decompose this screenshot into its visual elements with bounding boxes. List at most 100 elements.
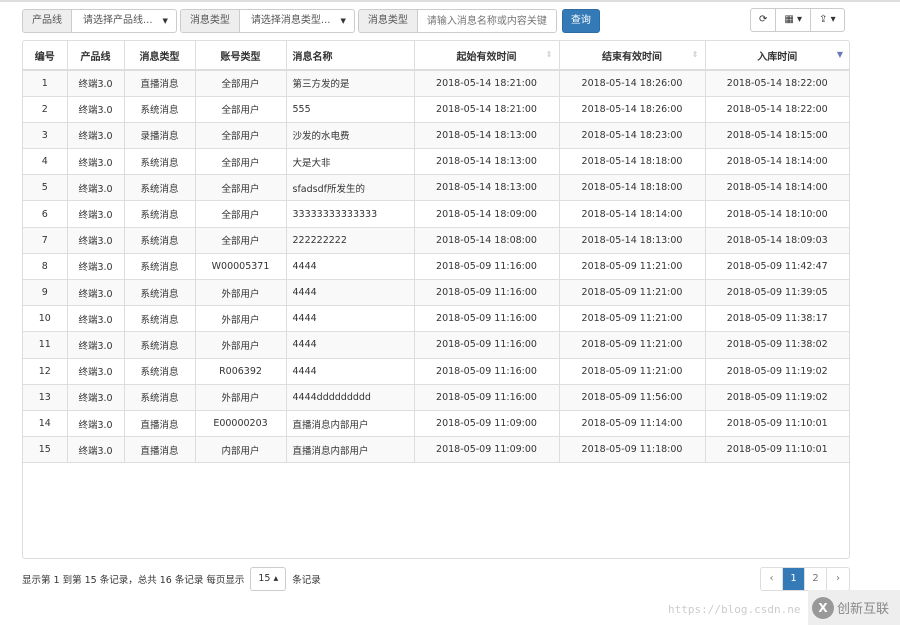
record-suffix: 条记录 bbox=[292, 575, 321, 586]
column-header: 账号类型 bbox=[195, 41, 287, 71]
table-cell: 2018-05-14 18:13:00 bbox=[559, 227, 706, 254]
watermark-logo-icon: X bbox=[812, 596, 834, 619]
column-header[interactable]: 入库时间 ▼ bbox=[705, 41, 849, 71]
table-row[interactable]: 11 终端3.0 系统消息 外部用户 4444 2018-05-09 11:16:00 20… bbox=[23, 331, 849, 359]
filter-toolbar: 产品线 请选择产品线... ▼ 消息类型 请选择消息类型... ▼ 消息类型 查询 bbox=[22, 9, 600, 33]
table-row[interactable]: 3 终端3.0 录播消息 全部用户 沙发的水电费 2018-05-14 18:13:00 2… bbox=[23, 122, 849, 150]
table-cell: 2018-05-09 11:38:17 bbox=[705, 305, 849, 333]
table-cell: sfadsdf所发生的 bbox=[286, 174, 415, 202]
product-filter: 产品线 请选择产品线... ▼ bbox=[22, 9, 177, 33]
top-divider bbox=[0, 0, 900, 2]
table-cell: 全部用户 bbox=[195, 227, 287, 254]
watermark-brand: 创新互联 bbox=[837, 602, 890, 617]
table-cell: 2018-05-14 18:26:00 bbox=[559, 70, 706, 97]
table-cell: 6 bbox=[23, 200, 68, 228]
table-row[interactable]: 9 终端3.0 系统消息 外部用户 4444 2018-05-09 11:16:00 201… bbox=[23, 279, 849, 307]
table-row[interactable]: 15 终端3.0 直播消息 内部用户 直播消息内部用户 2018-05-09 11:09:… bbox=[23, 436, 849, 464]
column-header-label: 入库时间 bbox=[757, 51, 798, 63]
column-header-label: 起始有效时间 bbox=[456, 51, 517, 63]
column-header-label: 消息类型 bbox=[139, 51, 180, 63]
table-cell: 2018-05-14 18:10:00 bbox=[705, 200, 849, 228]
table-footer: 显示第 1 到第 15 条记录，总共 16 条记录 每页显示 15 ▴ 条记录 bbox=[22, 567, 321, 591]
page-size-select[interactable]: 15 ▴ bbox=[250, 567, 287, 591]
table-cell: 2018-05-09 11:21:00 bbox=[559, 253, 706, 281]
table-cell: 直播消息内部用户 bbox=[286, 410, 415, 438]
type-select[interactable]: 请选择消息类型... ▼ bbox=[240, 10, 354, 32]
column-header-label: 账号类型 bbox=[220, 51, 261, 63]
table-cell: 2018-05-09 11:09:00 bbox=[414, 436, 560, 464]
caret-down-icon: ▼ bbox=[340, 17, 346, 25]
table-cell: 系统消息 bbox=[124, 253, 196, 281]
table-cell: 2018-05-09 11:16:00 bbox=[414, 358, 560, 385]
table-cell: 终端3.0 bbox=[67, 200, 125, 228]
record-summary: 显示第 1 到第 15 条记录，总共 16 条记录 每页显示 bbox=[22, 575, 245, 586]
table-cell: 2018-05-09 11:19:02 bbox=[705, 358, 849, 385]
table-cell: 5 bbox=[23, 174, 68, 202]
columns-icon[interactable]: ▦ ▾ bbox=[776, 9, 812, 31]
table-cell: 直播消息 bbox=[124, 436, 196, 464]
table-row[interactable]: 5 终端3.0 系统消息 全部用户 sfadsdf所发生的 2018-05-14 18:1… bbox=[23, 174, 849, 202]
table-row[interactable]: 2 终端3.0 系统消息 全部用户 555 2018-05-14 18:21:00 2018… bbox=[23, 96, 849, 123]
table-cell: 2018-05-14 18:18:00 bbox=[559, 174, 706, 202]
column-header[interactable]: 结束有效时间 ⇕ bbox=[559, 41, 706, 71]
table-cell: 内部用户 bbox=[195, 436, 287, 464]
table-cell: 沙发的水电费 bbox=[286, 122, 415, 150]
table-cell: W00005371 bbox=[195, 253, 287, 281]
table-cell: E00000203 bbox=[195, 410, 287, 438]
table-cell: 2018-05-09 11:56:00 bbox=[559, 384, 706, 411]
table-row[interactable]: 8 终端3.0 系统消息 W00005371 4444 2018-05-09 11:16:… bbox=[23, 253, 849, 281]
table-tools: ⟳ ▦ ▾ ⇪ ▾ bbox=[750, 8, 845, 32]
column-header[interactable]: 起始有效时间 ⇕ bbox=[414, 41, 560, 71]
table-cell: 2018-05-09 11:19:02 bbox=[705, 384, 849, 411]
table-cell: 2018-05-14 18:14:00 bbox=[705, 148, 849, 176]
product-select-value: 请选择产品线... bbox=[83, 15, 153, 26]
export-icon[interactable]: ⇪ ▾ bbox=[811, 9, 844, 31]
table-cell: 2018-05-09 11:16:00 bbox=[414, 305, 560, 333]
table-row[interactable]: 12 终端3.0 系统消息 R006392 4444 2018-05-09 11:16:0… bbox=[23, 358, 849, 385]
table-row[interactable]: 4 终端3.0 系统消息 全部用户 大是大非 2018-05-14 18:13:00 201… bbox=[23, 148, 849, 176]
table-cell: 2018-05-09 11:10:01 bbox=[705, 410, 849, 438]
table-cell: 2018-05-09 11:42:47 bbox=[705, 253, 849, 281]
refresh-icon[interactable]: ⟳ bbox=[751, 9, 777, 31]
page-1-button[interactable]: 1 bbox=[783, 568, 805, 590]
column-header: 编号 bbox=[23, 41, 68, 71]
table-cell: 2018-05-14 18:09:03 bbox=[705, 227, 849, 254]
table-cell: 全部用户 bbox=[195, 122, 287, 150]
sort-icon[interactable]: ⇕ bbox=[692, 50, 699, 59]
table-row[interactable]: 7 终端3.0 系统消息 全部用户 222222222 2018-05-14 18:08:… bbox=[23, 227, 849, 254]
page-2-button[interactable]: 2 bbox=[805, 568, 827, 590]
table-cell: 13 bbox=[23, 384, 68, 411]
table-cell: 4444 bbox=[286, 279, 415, 307]
table-cell: 9 bbox=[23, 279, 68, 307]
table-row[interactable]: 13 终端3.0 系统消息 外部用户 4444ddddddddd 2018-05-09 1… bbox=[23, 384, 849, 411]
table-cell: 系统消息 bbox=[124, 174, 196, 202]
table-cell: 2018-05-14 18:22:00 bbox=[705, 70, 849, 97]
column-header-label: 编号 bbox=[34, 51, 55, 63]
next-page-button[interactable]: › bbox=[827, 568, 849, 590]
sort-desc-icon[interactable]: ▼ bbox=[837, 50, 843, 59]
table-cell: 直播消息内部用户 bbox=[286, 436, 415, 464]
table-cell: 11 bbox=[23, 331, 68, 359]
sort-icon[interactable]: ⇕ bbox=[546, 50, 553, 59]
product-select[interactable]: 请选择产品线... ▼ bbox=[72, 10, 176, 32]
table-cell: 全部用户 bbox=[195, 70, 287, 97]
table-row[interactable]: 14 终端3.0 直播消息 E00000203 直播消息内部用户 2018-05-09 1… bbox=[23, 410, 849, 438]
table-cell: 终端3.0 bbox=[67, 96, 125, 123]
table-cell: 终端3.0 bbox=[67, 227, 125, 254]
table-cell: 系统消息 bbox=[124, 305, 196, 333]
table-row[interactable]: 10 终端3.0 系统消息 外部用户 4444 2018-05-09 11:16:00 20… bbox=[23, 305, 849, 333]
keyword-input[interactable] bbox=[417, 10, 556, 32]
table-cell: 2018-05-09 11:21:00 bbox=[559, 331, 706, 359]
table-cell: 终端3.0 bbox=[67, 410, 125, 438]
table-row[interactable]: 6 终端3.0 系统消息 全部用户 33333333333333 2018-05-14 1… bbox=[23, 200, 849, 228]
table-row[interactable]: 1 终端3.0 直播消息 全部用户 第三方发的是 2018-05-14 18:21:00 2… bbox=[23, 70, 849, 97]
table-cell: 7 bbox=[23, 227, 68, 254]
keyword-filter: 消息类型 bbox=[357, 9, 557, 33]
prev-page-button[interactable]: ‹ bbox=[761, 568, 783, 590]
table-cell: 终端3.0 bbox=[67, 148, 125, 176]
table-cell: 10 bbox=[23, 305, 68, 333]
table-cell: 外部用户 bbox=[195, 384, 287, 411]
search-button[interactable]: 查询 bbox=[561, 9, 600, 33]
data-table: 编号 产品线 消息类型 账号类型 消息名称 起始有效时间 ⇕ 结束有效时间 ⇕ 入库时间 ▼ 1 终端… bbox=[22, 40, 850, 559]
table-cell: 15 bbox=[23, 436, 68, 464]
